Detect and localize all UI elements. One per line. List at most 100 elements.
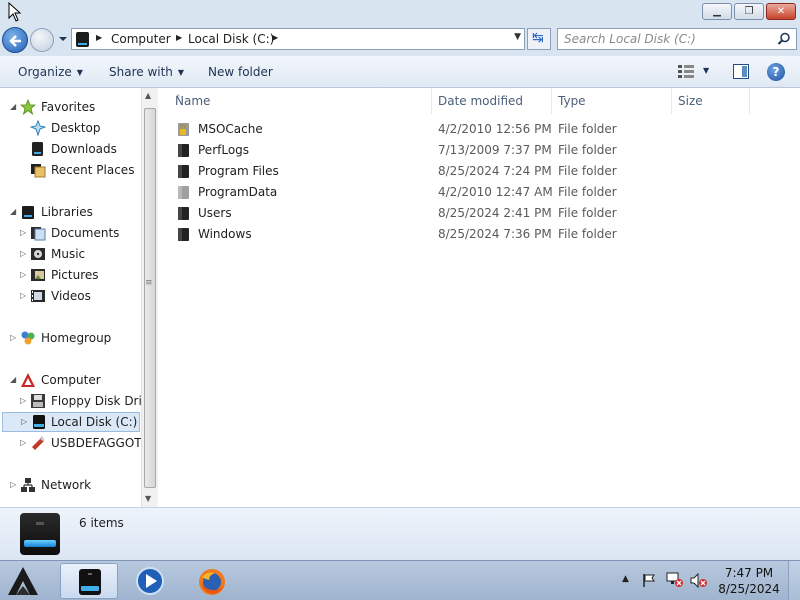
- homegroup-icon: [21, 331, 35, 345]
- file-row-program-files[interactable]: Program Files 8/25/2024 7:24 PM File fol…: [173, 161, 733, 181]
- file-row-perflogs[interactable]: PerfLogs 7/13/2009 7:37 PM File folder: [173, 140, 733, 160]
- share-with-button[interactable]: Share with ▼: [109, 65, 184, 79]
- system-clock[interactable]: 7:47 PM 8/25/2024: [716, 565, 782, 597]
- sort-indicator-icon: ^: [175, 94, 181, 102]
- chevron-down-icon: ▼: [76, 68, 83, 77]
- nav-label: Music: [51, 247, 86, 261]
- scroll-grip-icon: ≡: [145, 278, 153, 288]
- collapse-arrow-icon[interactable]: ◢: [10, 102, 16, 111]
- expand-arrow-icon[interactable]: ▷: [10, 333, 16, 342]
- expand-arrow-icon[interactable]: ▷: [20, 291, 26, 300]
- nav-label: Recent Places: [51, 163, 135, 177]
- mouse-pointer-icon: [8, 2, 22, 22]
- expand-arrow-icon[interactable]: ▷: [10, 480, 16, 489]
- breadcrumb-arrow-icon[interactable]: ▶: [272, 33, 278, 42]
- command-bar: Organize ▼ Share with ▼ New folder ▼ ?: [0, 56, 800, 88]
- restore-icon: ❐: [744, 6, 754, 17]
- file-row-programdata[interactable]: ProgramData 4/2/2010 12:47 AM File folde…: [173, 182, 733, 202]
- forward-button[interactable]: [30, 28, 54, 52]
- nav-libraries[interactable]: ◢ Libraries: [0, 202, 140, 222]
- downloads-icon: [32, 142, 43, 156]
- change-view-icon[interactable]: [678, 65, 694, 78]
- scroll-down-icon[interactable]: ▼: [145, 494, 151, 503]
- nav-scrollbar[interactable]: ▲ ≡ ▼: [141, 88, 158, 507]
- search-icon[interactable]: [777, 32, 791, 46]
- file-row-windows[interactable]: Windows 8/25/2024 7:36 PM File folder: [173, 224, 733, 244]
- breadcrumb-arrow-icon[interactable]: ▶: [176, 33, 182, 42]
- music-icon: [31, 248, 45, 260]
- taskbar-explorer-button[interactable]: [60, 563, 118, 599]
- taskbar-firefox-button[interactable]: [184, 563, 242, 599]
- nav-label: Network: [41, 478, 92, 492]
- help-icon[interactable]: ?: [767, 63, 785, 81]
- nav-local-disk[interactable]: ▷ Local Disk (C:): [2, 412, 140, 432]
- view-dropdown-icon[interactable]: ▼: [703, 66, 709, 75]
- refresh-button[interactable]: ↹: [527, 28, 551, 50]
- search-input[interactable]: [564, 31, 769, 47]
- computer-icon: [21, 373, 35, 387]
- hidden-folder-icon: [178, 186, 189, 199]
- network-disconnected-icon[interactable]: [666, 572, 684, 588]
- file-date: 4/2/2010 12:56 PM: [438, 122, 552, 136]
- nav-computer[interactable]: ◢ Computer: [0, 370, 140, 390]
- nav-desktop[interactable]: Desktop: [0, 118, 140, 138]
- collapse-arrow-icon[interactable]: ◢: [10, 207, 16, 216]
- folder-icon: [178, 207, 189, 220]
- show-desktop-button[interactable]: [788, 561, 800, 600]
- new-folder-button[interactable]: New folder: [208, 65, 273, 79]
- file-row-users[interactable]: Users 8/25/2024 2:41 PM File folder: [173, 203, 733, 223]
- expand-arrow-icon[interactable]: ▷: [20, 396, 26, 405]
- preview-pane-icon[interactable]: [733, 64, 749, 79]
- column-header-type[interactable]: Type: [552, 88, 672, 114]
- minimize-button[interactable]: ▁: [702, 3, 732, 20]
- back-button[interactable]: [2, 27, 28, 53]
- volume-muted-icon[interactable]: [690, 573, 708, 588]
- start-button-icon[interactable]: [4, 564, 42, 598]
- expand-arrow-icon[interactable]: ▷: [20, 438, 26, 447]
- expand-arrow-icon[interactable]: ▷: [20, 270, 26, 279]
- column-header-name[interactable]: Name ^: [169, 88, 432, 114]
- address-bar[interactable]: ▶ Computer ▶ Local Disk (C:) ▶ ▼: [71, 28, 525, 50]
- file-type: File folder: [558, 122, 617, 136]
- nav-label: Libraries: [41, 205, 93, 219]
- taskbar-media-player-button[interactable]: [122, 563, 180, 599]
- nav-label: Desktop: [51, 121, 101, 135]
- organize-button[interactable]: Organize ▼: [18, 65, 83, 79]
- show-hidden-icons-icon[interactable]: ▲: [622, 574, 629, 584]
- nav-downloads[interactable]: Downloads: [0, 139, 140, 159]
- search-box[interactable]: [557, 28, 797, 50]
- nav-videos[interactable]: ▷ Videos: [0, 286, 140, 306]
- action-center-flag-icon[interactable]: [642, 573, 656, 588]
- nav-pictures[interactable]: ▷ Pictures: [0, 265, 140, 285]
- nav-floppy-drive[interactable]: ▷ Floppy Disk Drive: [0, 391, 156, 411]
- scrollbar-thumb[interactable]: [144, 108, 156, 488]
- close-button[interactable]: ✕: [766, 3, 796, 20]
- nav-recent-places[interactable]: Recent Places: [0, 160, 140, 180]
- address-dropdown-icon[interactable]: ▼: [514, 32, 521, 42]
- nav-usb-drive[interactable]: ▷ USBDEFAGGOT (: [0, 433, 141, 453]
- expand-arrow-icon[interactable]: ▷: [21, 417, 27, 426]
- recent-pages-dropdown[interactable]: [58, 34, 68, 44]
- local-disk-icon: [20, 513, 60, 555]
- nav-network[interactable]: ▷ Network: [0, 475, 140, 495]
- file-row-msocache[interactable]: MSOCache 4/2/2010 12:56 PM File folder: [173, 119, 733, 139]
- column-header-date[interactable]: Date modified: [432, 88, 552, 114]
- collapse-arrow-icon[interactable]: ◢: [10, 375, 16, 384]
- floppy-drive-icon: [31, 394, 45, 408]
- expand-arrow-icon[interactable]: ▷: [20, 228, 26, 237]
- nav-homegroup[interactable]: ▷ Homegroup: [0, 328, 140, 348]
- breadcrumb-local-disk[interactable]: Local Disk (C:): [188, 32, 274, 46]
- locked-folder-icon: [178, 123, 189, 136]
- expand-arrow-icon[interactable]: ▷: [20, 249, 26, 258]
- nav-documents[interactable]: ▷ Documents: [0, 223, 140, 243]
- breadcrumb-computer[interactable]: Computer: [111, 32, 171, 46]
- scroll-up-icon[interactable]: ▲: [145, 91, 151, 100]
- breadcrumb-arrow-icon[interactable]: ▶: [96, 33, 102, 42]
- nav-favorites[interactable]: ◢ Favorites: [0, 97, 140, 117]
- maximize-button[interactable]: ❐: [734, 3, 764, 20]
- desktop-icon: [30, 120, 46, 136]
- nav-music[interactable]: ▷ Music: [0, 244, 140, 264]
- column-header-size[interactable]: Size: [672, 88, 750, 114]
- organize-label: Organize: [18, 65, 72, 79]
- usb-drive-icon: [32, 436, 45, 450]
